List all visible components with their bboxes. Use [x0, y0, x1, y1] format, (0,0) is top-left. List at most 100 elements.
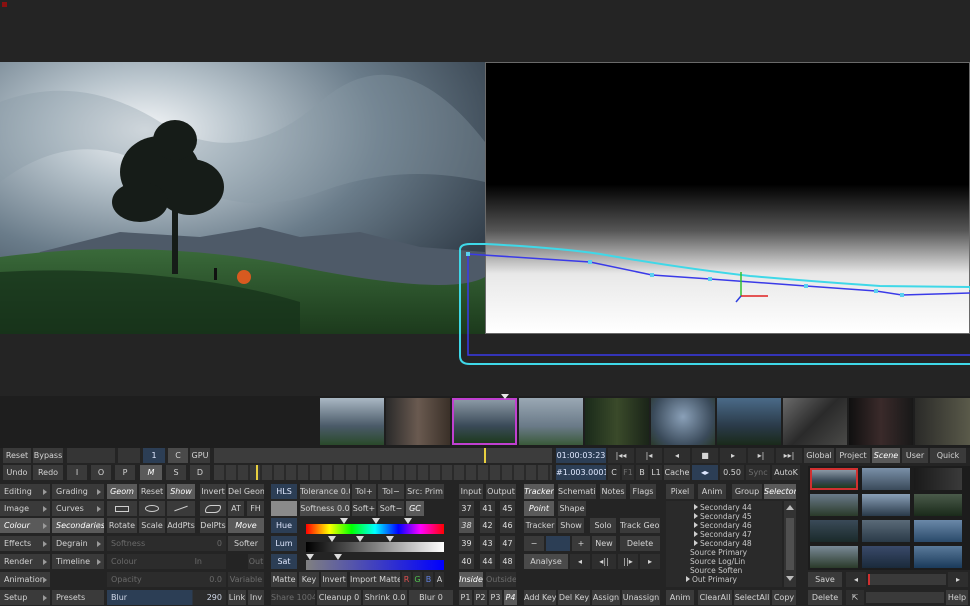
channel-a[interactable]: A: [435, 572, 444, 587]
shot-thumbnail[interactable]: [519, 398, 583, 445]
del-pts-button[interactable]: DelPts: [200, 518, 226, 533]
layer-41[interactable]: 41: [480, 501, 495, 516]
gallery-thumb[interactable]: [810, 520, 858, 542]
gallery-next-icon[interactable]: ▸: [948, 572, 968, 587]
shot-thumbnail[interactable]: [915, 398, 970, 445]
gallery-thumb[interactable]: [914, 468, 962, 490]
project-tab[interactable]: Project: [836, 448, 870, 463]
shot-thumbnail-selected[interactable]: [452, 398, 517, 445]
gallery-thumb-selected[interactable]: [810, 468, 858, 490]
menu-editing[interactable]: Editing: [0, 484, 50, 499]
layer-39[interactable]: 39: [459, 536, 474, 551]
speed-value[interactable]: 0.50: [720, 465, 744, 480]
schematic-tab[interactable]: Schematic: [558, 484, 596, 499]
softness-field[interactable]: Softness 0: [107, 536, 226, 551]
bypass-button[interactable]: Bypass: [33, 448, 63, 463]
gallery-delete-button[interactable]: Delete: [808, 590, 842, 605]
add-pts-button[interactable]: AddPts: [167, 518, 195, 533]
tracker-plus-button[interactable]: +: [572, 536, 590, 551]
channel-r[interactable]: R: [402, 572, 411, 587]
menu-presets[interactable]: Presets: [52, 590, 104, 605]
c-button[interactable]: C: [168, 448, 188, 463]
clip-flag-l1[interactable]: L1: [650, 465, 662, 480]
list-item[interactable]: Out Primary: [686, 575, 737, 584]
output-button[interactable]: Output: [486, 484, 516, 499]
track-step-forward-icon[interactable]: ▸: [640, 554, 660, 569]
reset-button[interactable]: Reset: [3, 448, 31, 463]
undo-button[interactable]: Undo: [3, 465, 31, 480]
clear-all-button[interactable]: ClearAll: [698, 590, 732, 605]
gallery-home-icon[interactable]: ⇱: [846, 590, 864, 605]
selector-tab[interactable]: Selector: [764, 484, 796, 499]
menu-image[interactable]: Image: [0, 501, 50, 516]
gallery-thumb[interactable]: [914, 494, 962, 516]
list-item[interactable]: Source Primary: [690, 548, 747, 557]
rewind-icon[interactable]: ◂: [664, 448, 690, 463]
tolerance-field[interactable]: Tolerance 0.0: [300, 484, 350, 499]
lum-gradient-slider[interactable]: [306, 542, 444, 552]
track-geom-button[interactable]: Track Geom: [620, 518, 660, 533]
geom-reset-button[interactable]: Reset: [139, 484, 165, 499]
autok-button[interactable]: AutoK: [772, 465, 800, 480]
expand-arrow-icon[interactable]: [694, 540, 698, 546]
expand-arrow-icon[interactable]: [694, 504, 698, 510]
i-button[interactable]: I: [67, 465, 87, 480]
scroll-down-icon[interactable]: [786, 576, 794, 581]
copy-button[interactable]: Copy: [772, 590, 796, 605]
opacity-field[interactable]: Opacity 0.0: [107, 572, 226, 587]
show-button[interactable]: Show: [167, 484, 195, 499]
soft-minus-button[interactable]: Soft−: [378, 501, 404, 516]
list-item[interactable]: Source Log/Lin: [690, 557, 745, 566]
geom-button[interactable]: Geom: [107, 484, 137, 499]
notes-tab[interactable]: Notes: [600, 484, 626, 499]
layer-40[interactable]: 40: [459, 554, 474, 569]
list-item[interactable]: Secondary 46: [694, 521, 752, 530]
list-item[interactable]: Secondary 44: [694, 503, 752, 512]
menu-secondaries[interactable]: Secondaries: [52, 518, 104, 533]
cache-button[interactable]: Cache: [664, 465, 690, 480]
clip-flag-f1[interactable]: F1: [622, 465, 634, 480]
at-button[interactable]: AT: [228, 501, 244, 516]
shot-thumbnail[interactable]: [320, 398, 384, 445]
play-backward-icon[interactable]: |◂◂: [608, 448, 634, 463]
p-button[interactable]: P: [115, 465, 135, 480]
shot-thumbnail[interactable]: [386, 398, 450, 445]
rectangle-shape-icon[interactable]: [107, 501, 137, 516]
clip-flag-c[interactable]: C: [608, 465, 620, 480]
scene-tab[interactable]: Scene: [872, 448, 900, 463]
tracker-index-field[interactable]: [546, 536, 570, 551]
link-button[interactable]: Link: [228, 590, 246, 605]
hue-gradient-slider[interactable]: [306, 524, 444, 534]
sat-range-handle[interactable]: [334, 554, 342, 560]
menu-animation[interactable]: Animation: [0, 572, 50, 587]
track-forward-icon[interactable]: ||▸: [618, 554, 638, 569]
softness-hls-field[interactable]: Softness 0.0: [300, 501, 350, 516]
list-item[interactable]: Secondary 48: [694, 539, 752, 548]
pixel-tab[interactable]: Pixel: [666, 484, 694, 499]
layer-47[interactable]: 47: [500, 536, 515, 551]
matte-invert-button[interactable]: Invert: [321, 572, 347, 587]
matte-blur-field[interactable]: Blur 0: [409, 590, 453, 605]
invert-button[interactable]: Invert: [200, 484, 226, 499]
layer-42[interactable]: 42: [480, 518, 495, 533]
cleanup-field[interactable]: Cleanup 0: [317, 590, 361, 605]
hue-range-handle[interactable]: [404, 518, 412, 524]
hue-range-handle[interactable]: [372, 518, 380, 524]
fast-forward-icon[interactable]: ▸▸|: [776, 448, 802, 463]
layer-38[interactable]: 38: [459, 518, 474, 533]
menu-grading[interactable]: Grading: [52, 484, 104, 499]
menu-timeline[interactable]: Timeline: [52, 554, 104, 569]
fh-button[interactable]: FH: [247, 501, 264, 516]
clip-flag-b[interactable]: B: [636, 465, 648, 480]
anim-tab[interactable]: Anim: [698, 484, 726, 499]
tol-plus-button[interactable]: Tol+: [352, 484, 376, 499]
ellipse-shape-icon[interactable]: [139, 501, 165, 516]
menu-degrain[interactable]: Degrain: [52, 536, 104, 551]
menu-colour[interactable]: Colour: [0, 518, 50, 533]
shot-thumbnail[interactable]: [651, 398, 715, 445]
list-item[interactable]: Secondary 47: [694, 530, 752, 539]
gallery-thumb[interactable]: [914, 546, 962, 568]
del-geom-button[interactable]: Del Geom: [228, 484, 264, 499]
expand-arrow-icon[interactable]: [694, 513, 698, 519]
key-button[interactable]: Key: [299, 572, 319, 587]
